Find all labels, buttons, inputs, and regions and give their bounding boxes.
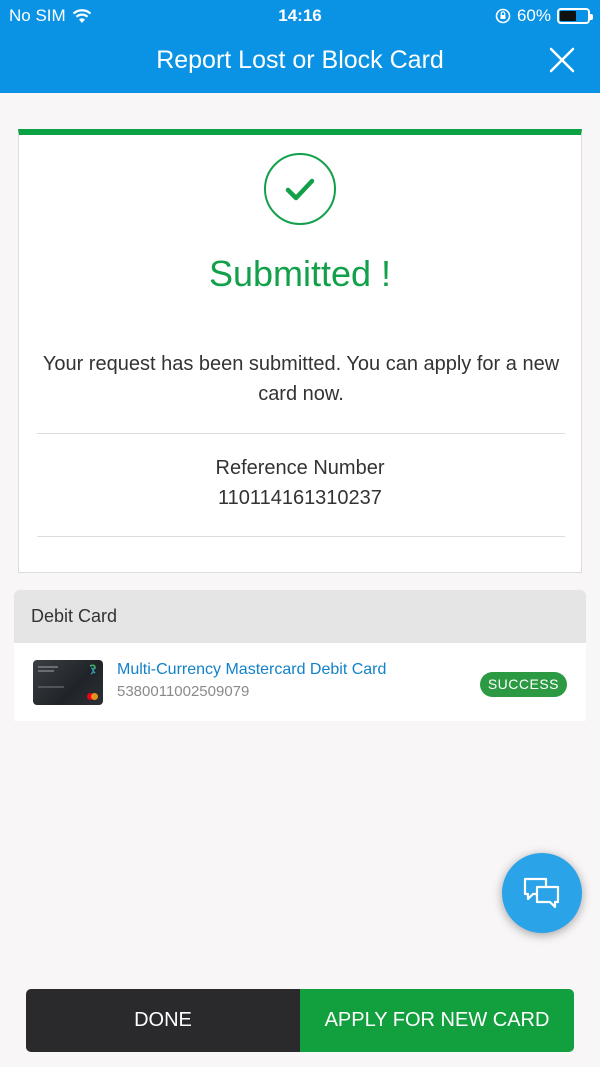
- reference-number-value: 110114161310237: [218, 487, 382, 509]
- status-badge: SUCCESS: [479, 672, 567, 697]
- bank-logo-icon: [89, 664, 96, 675]
- orientation-lock-icon: [495, 8, 511, 24]
- close-icon[interactable]: [548, 46, 576, 74]
- done-button[interactable]: DONE: [26, 989, 300, 1052]
- battery-fill: [560, 11, 577, 21]
- submission-result-card: Submitted ! Your request has been submit…: [18, 129, 582, 573]
- battery-percent: 60%: [516, 6, 551, 25]
- success-check-badge: [264, 153, 336, 225]
- card-list-item: Multi-Currency Mastercard Debit Card 538…: [14, 643, 586, 721]
- checkmark-icon: [285, 178, 315, 201]
- card-text-line: [38, 686, 64, 688]
- mastercard-logo-icon: [91, 693, 98, 700]
- divider: [37, 536, 565, 537]
- battery-icon: [557, 8, 593, 24]
- chat-bubbles-icon: [523, 877, 560, 909]
- card-text-line: [38, 670, 54, 672]
- divider: [37, 433, 565, 434]
- card-image: [33, 660, 103, 705]
- reference-number-label: Reference Number: [215, 457, 385, 479]
- chat-button[interactable]: [502, 853, 582, 933]
- debit-card-section-header: Debit Card: [14, 590, 586, 643]
- card-name[interactable]: Multi-Currency Mastercard Debit Card: [117, 661, 386, 679]
- card-number: 5380011002509079: [117, 683, 250, 700]
- header-bar: No SIM 14:16 60% Report Lost or Block Ca…: [0, 0, 600, 93]
- apply-for-new-card-button[interactable]: APPLY FOR NEW CARD: [300, 989, 574, 1052]
- result-title: Submitted !: [208, 253, 392, 294]
- page-title: Report Lost or Block Card: [156, 46, 444, 74]
- status-right: 60%: [495, 6, 593, 26]
- card-text-line: [38, 666, 58, 668]
- status-bar: No SIM 14:16 60%: [0, 0, 600, 32]
- result-message: Your request has been submitted. You can…: [42, 353, 560, 405]
